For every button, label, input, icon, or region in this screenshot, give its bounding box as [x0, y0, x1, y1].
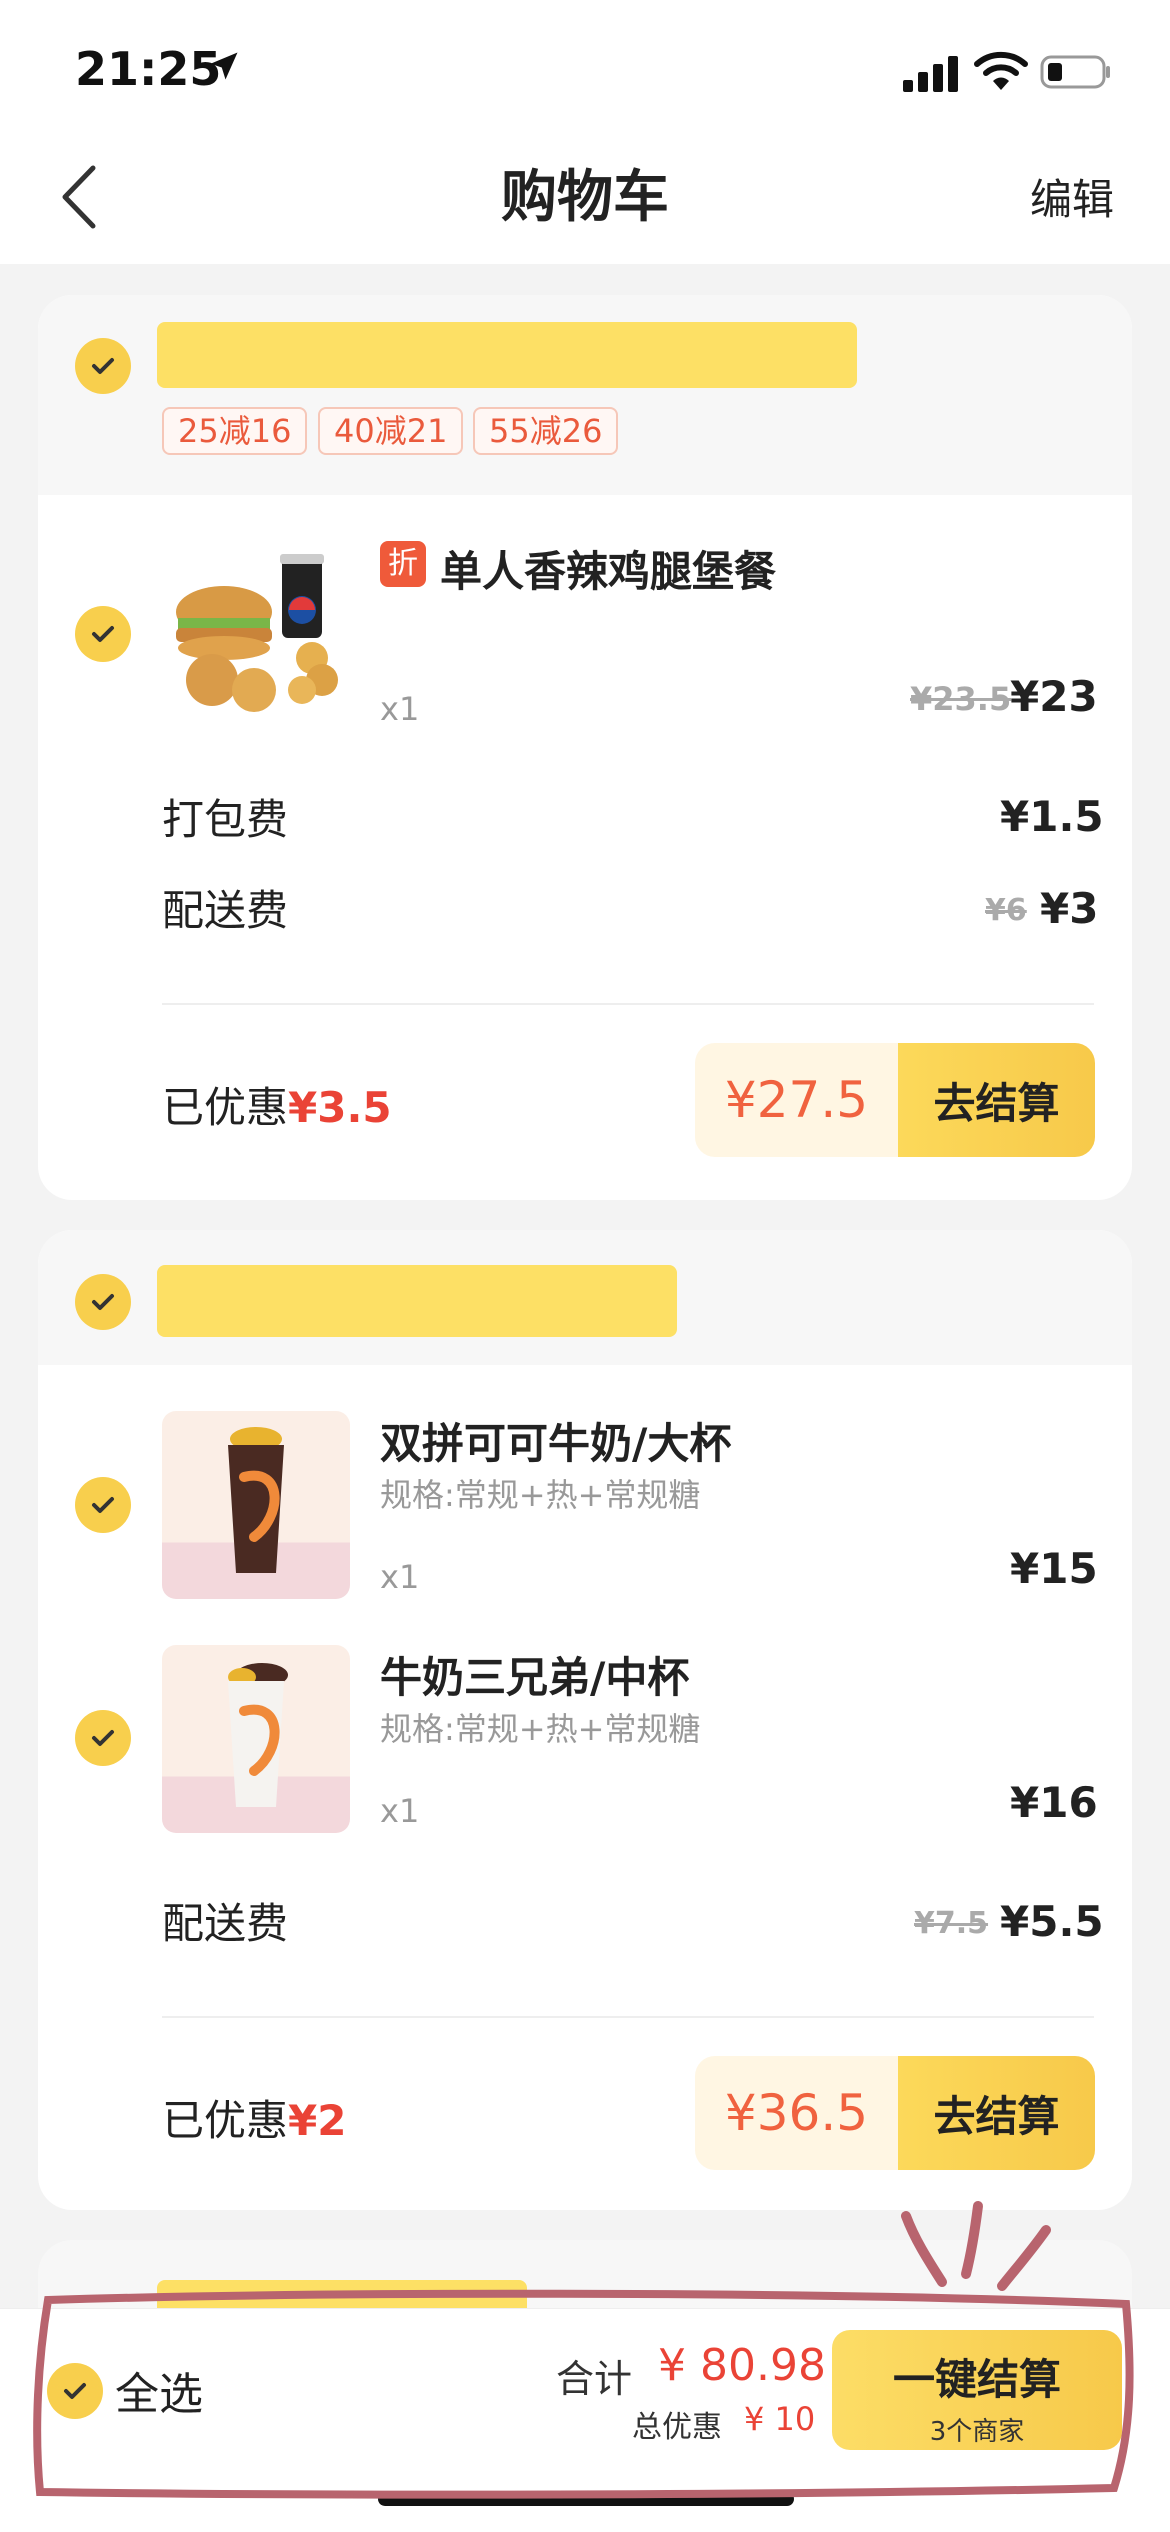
delivery-fee-label: 配送费: [162, 1899, 289, 1948]
product-price: ¥23: [1010, 672, 1098, 721]
checkmark-icon: [92, 1294, 114, 1310]
sum-amount: ¥ 80.98: [658, 2340, 826, 2391]
signal-icon: [903, 56, 958, 92]
home-indicator: [378, 2492, 794, 2506]
delivery-fee-price: ¥3: [1040, 884, 1099, 933]
promo-tag: 55减26: [473, 407, 619, 455]
product-qty: x1: [380, 1558, 420, 1596]
product-image-milk-trio[interactable]: [162, 1645, 350, 1833]
product-spec: 规格:常规+热+常规糖: [380, 1710, 701, 1748]
sum-label: 合计: [556, 2357, 633, 2401]
store-total-box-2: ¥36.5 去结算: [695, 2056, 1095, 2170]
product-old-price: ¥23.5: [910, 680, 1012, 718]
product-qty: x1: [380, 690, 420, 728]
store-name-redacted-1[interactable]: [157, 322, 857, 388]
packing-fee-label: 打包费: [162, 795, 289, 844]
store-check-1[interactable]: [75, 338, 131, 394]
product-price: ¥15: [1010, 1544, 1098, 1593]
edit-button[interactable]: 编辑: [1030, 166, 1114, 227]
product-spec: 规格:常规+热+常规糖: [380, 1476, 701, 1514]
total-discount-label: 总优惠: [632, 2410, 722, 2445]
item-check[interactable]: [75, 606, 131, 662]
packing-fee-price: ¥1.5: [1000, 792, 1104, 841]
delivery-fee-label: 配送费: [162, 886, 289, 935]
saved-label: 已优惠: [162, 1083, 289, 1132]
product-qty: x1: [380, 1792, 420, 1830]
saved-amount: ¥2: [288, 2096, 347, 2145]
delivery-fee-price: ¥5.5: [1000, 1897, 1104, 1946]
checkmark-icon: [92, 626, 114, 642]
checkmark-icon: [92, 1497, 114, 1513]
store-check-2[interactable]: [75, 1274, 131, 1330]
store-name-redacted-2[interactable]: [157, 1265, 677, 1337]
product-price: ¥16: [1010, 1778, 1098, 1827]
divider: [162, 2016, 1094, 2018]
saved-amount: ¥3.5: [288, 1083, 392, 1132]
delivery-fee-old-price: ¥7.5: [914, 1906, 989, 1941]
product-name[interactable]: 牛奶三兄弟/中杯: [380, 1644, 689, 1705]
saved-text: 已优惠¥3.5: [162, 1074, 392, 1135]
location-arrow-icon: [210, 52, 238, 80]
merchant-count: 3个商家: [929, 2417, 1025, 2447]
saved-label: 已优惠: [162, 2096, 289, 2145]
product-image-burger-meal[interactable]: [162, 540, 350, 728]
page-title: 购物车: [501, 165, 669, 230]
one-click-checkout-button[interactable]: 一键结算 3个商家: [832, 2330, 1122, 2450]
store-total: ¥27.5: [695, 1043, 898, 1157]
checkmark-icon: [92, 1730, 114, 1746]
checkmark-icon: [64, 2383, 86, 2399]
product-name[interactable]: 单人香辣鸡腿堡餐: [440, 538, 776, 599]
divider: [162, 1003, 1094, 1005]
discount-badge: 折: [380, 541, 426, 587]
saved-text: 已优惠¥2: [162, 2087, 346, 2148]
wifi-icon: [974, 51, 1028, 90]
item-check[interactable]: [75, 1477, 131, 1533]
promo-tag: 40减21: [318, 407, 464, 455]
one-click-checkout-label: 一键结算: [892, 2355, 1061, 2404]
checkout-button[interactable]: 去结算: [898, 2056, 1095, 2170]
store-total: ¥36.5: [695, 2056, 898, 2170]
item-check[interactable]: [75, 1710, 131, 1766]
select-all-check[interactable]: [47, 2363, 103, 2419]
status-time: 21:25: [75, 42, 222, 96]
promo-tag: 25减16: [162, 407, 308, 455]
battery-icon: [1040, 55, 1110, 89]
checkmark-icon: [92, 358, 114, 374]
delivery-fee-old-price: ¥6: [985, 893, 1027, 928]
store-total-box-1: ¥27.5 去结算: [695, 1043, 1095, 1157]
checkout-button[interactable]: 去结算: [898, 1043, 1095, 1157]
select-all-label[interactable]: 全选: [115, 2358, 203, 2422]
total-discount-amount: ¥ 10: [744, 2400, 816, 2438]
product-name[interactable]: 双拼可可牛奶/大杯: [380, 1410, 731, 1471]
product-image-cocoa-milk[interactable]: [162, 1411, 350, 1599]
